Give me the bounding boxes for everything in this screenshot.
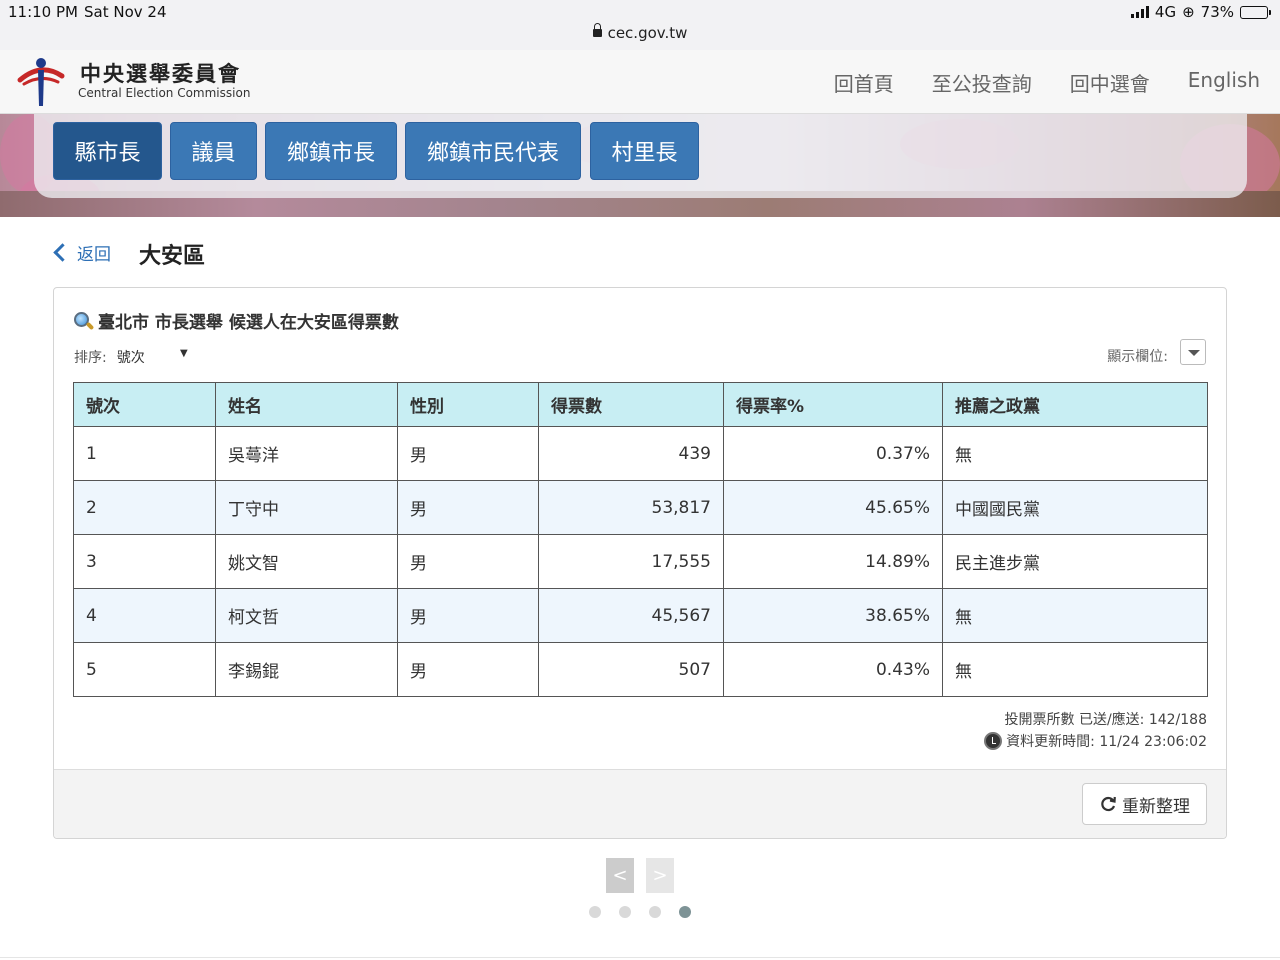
page-dot[interactable] <box>649 906 661 918</box>
cell-gender: 男 <box>397 642 539 697</box>
sort-control[interactable]: 排序: 號次 <box>74 347 145 367</box>
page-dot[interactable] <box>619 906 631 918</box>
sort-dropdown-icon[interactable]: ▼ <box>180 348 188 359</box>
logo-title-en: Central Election Commission <box>78 86 251 100</box>
nav-cec[interactable]: 回中選會 <box>1070 68 1150 97</box>
col-header-gender[interactable]: 性別 <box>397 382 539 427</box>
lock-icon <box>592 23 602 37</box>
refresh-icon <box>1101 796 1116 812</box>
cell-votes: 17,555 <box>538 534 724 589</box>
status-right: 4G ⊕ 73% <box>1130 3 1271 21</box>
columns-label: 顯示欄位: <box>1107 349 1168 365</box>
update-time: 資料更新時間: 11/24 23:06:02 <box>984 731 1207 751</box>
prev-page-button[interactable]: < <box>606 858 634 893</box>
sort-value: 號次 <box>116 350 145 366</box>
page-title: 大安區 <box>139 244 206 269</box>
col-header-number[interactable]: 號次 <box>73 382 216 427</box>
table-row: 3 姚文智 男 17,555 14.89% 民主進步黨 <box>73 534 1208 589</box>
cell-name: 吳蕚洋 <box>215 426 398 481</box>
clock-icon <box>984 732 1003 750</box>
tab-village-chief[interactable]: 村里長 <box>590 122 699 180</box>
cell-number: 3 <box>73 534 216 589</box>
table-row: 5 李錫錕 男 507 0.43% 無 <box>73 642 1208 697</box>
col-header-votes[interactable]: 得票數 <box>538 382 724 427</box>
tab-township-representative[interactable]: 鄉鎮市民代表 <box>405 122 581 180</box>
cell-party: 無 <box>942 642 1208 697</box>
col-header-vote-rate[interactable]: 得票率% <box>723 382 943 427</box>
cell-vote-rate: 38.65% <box>723 588 943 643</box>
update-time-text: 資料更新時間: 11/24 23:06:02 <box>1006 734 1207 750</box>
status-time: 11:10 PM <box>8 3 78 21</box>
nav-home[interactable]: 回首頁 <box>834 68 894 97</box>
cell-party: 民主進步黨 <box>942 534 1208 589</box>
results-card: 臺北市 市長選舉 候選人在大安區得票數 排序: 號次 ▼ 顯示欄位: 號次 姓名… <box>53 287 1227 839</box>
card-footer: 重新整理 <box>54 769 1226 838</box>
cell-party: 中國國民黨 <box>942 480 1208 535</box>
card-title: 臺北市 市長選舉 候選人在大安區得票數 <box>74 308 399 333</box>
cell-vote-rate: 0.37% <box>723 426 943 481</box>
next-page-button[interactable]: > <box>646 858 674 893</box>
cell-gender: 男 <box>397 534 539 589</box>
cell-party: 無 <box>942 426 1208 481</box>
cell-name: 柯文哲 <box>215 588 398 643</box>
network-label: 4G <box>1154 3 1177 21</box>
table-header-row: 號次 姓名 性別 得票數 得票率% 推薦之政黨 <box>73 382 1208 427</box>
status-bar: 11:10 PM Sat Nov 24 cec.gov.tw 4G ⊕ 73% <box>0 0 1280 50</box>
cell-name: 李錫錕 <box>215 642 398 697</box>
cell-number: 5 <box>73 642 216 697</box>
cell-party: 無 <box>942 588 1208 643</box>
cell-votes: 439 <box>538 426 724 481</box>
stations-count: 投開票所數 已送/應送: 142/188 <box>1004 712 1208 728</box>
cell-number: 4 <box>73 588 216 643</box>
tab-councilor[interactable]: 議員 <box>170 122 257 180</box>
bottom-divider <box>0 957 1280 958</box>
signal-icon <box>1130 6 1149 18</box>
col-header-party[interactable]: 推薦之政黨 <box>942 382 1208 427</box>
address-bar[interactable]: cec.gov.tw <box>0 23 1280 42</box>
cell-gender: 男 <box>397 426 539 481</box>
sort-label: 排序: <box>74 350 107 366</box>
cell-votes: 53,817 <box>538 480 724 535</box>
cell-name: 丁守中 <box>215 480 398 535</box>
cell-votes: 45,567 <box>538 588 724 643</box>
table-row: 4 柯文哲 男 45,567 38.65% 無 <box>73 588 1208 643</box>
back-button[interactable]: 返回 <box>53 240 111 265</box>
site-header: 中央選舉委員會 Central Election Commission 回首頁 … <box>0 50 1280 114</box>
chevron-left-icon <box>53 243 72 262</box>
nav-referendum[interactable]: 至公投查詢 <box>932 68 1032 97</box>
cell-vote-rate: 0.43% <box>723 642 943 697</box>
cell-gender: 男 <box>397 588 539 643</box>
col-header-name[interactable]: 姓名 <box>215 382 398 427</box>
cec-logo-icon[interactable] <box>16 54 66 108</box>
tab-mayor[interactable]: 縣市長 <box>53 122 162 180</box>
page-dot-active[interactable] <box>679 906 691 918</box>
status-date: Sat Nov 24 <box>84 3 167 21</box>
back-label: 返回 <box>77 245 111 265</box>
battery-percent: 73% <box>1200 3 1234 21</box>
refresh-button[interactable]: 重新整理 <box>1082 783 1207 825</box>
columns-dropdown-button[interactable] <box>1180 339 1206 365</box>
orientation-lock-icon: ⊕ <box>1182 3 1195 21</box>
cell-vote-rate: 45.65% <box>723 480 943 535</box>
refresh-label: 重新整理 <box>1122 796 1190 817</box>
page-dot[interactable] <box>589 906 601 918</box>
url-text: cec.gov.tw <box>607 24 688 42</box>
cell-name: 姚文智 <box>215 534 398 589</box>
results-table: 號次 姓名 性別 得票數 得票率% 推薦之政黨 1 吳蕚洋 男 439 0.37… <box>73 382 1208 697</box>
card-title-text: 臺北市 市長選舉 候選人在大安區得票數 <box>98 313 399 333</box>
top-nav: 回首頁 至公投查詢 回中選會 English <box>834 68 1260 97</box>
cell-number: 2 <box>73 480 216 535</box>
cell-gender: 男 <box>397 480 539 535</box>
cell-number: 1 <box>73 426 216 481</box>
battery-icon <box>1240 5 1271 19</box>
cell-votes: 507 <box>538 642 724 697</box>
nav-english[interactable]: English <box>1188 68 1260 97</box>
table-row: 1 吳蕚洋 男 439 0.37% 無 <box>73 426 1208 481</box>
cell-vote-rate: 14.89% <box>723 534 943 589</box>
table-row: 2 丁守中 男 53,817 45.65% 中國國民黨 <box>73 480 1208 535</box>
tab-township-mayor[interactable]: 鄉鎮市長 <box>265 122 397 180</box>
magnifier-icon <box>74 311 95 331</box>
logo-title-zh: 中央選舉委員會 <box>80 62 241 86</box>
